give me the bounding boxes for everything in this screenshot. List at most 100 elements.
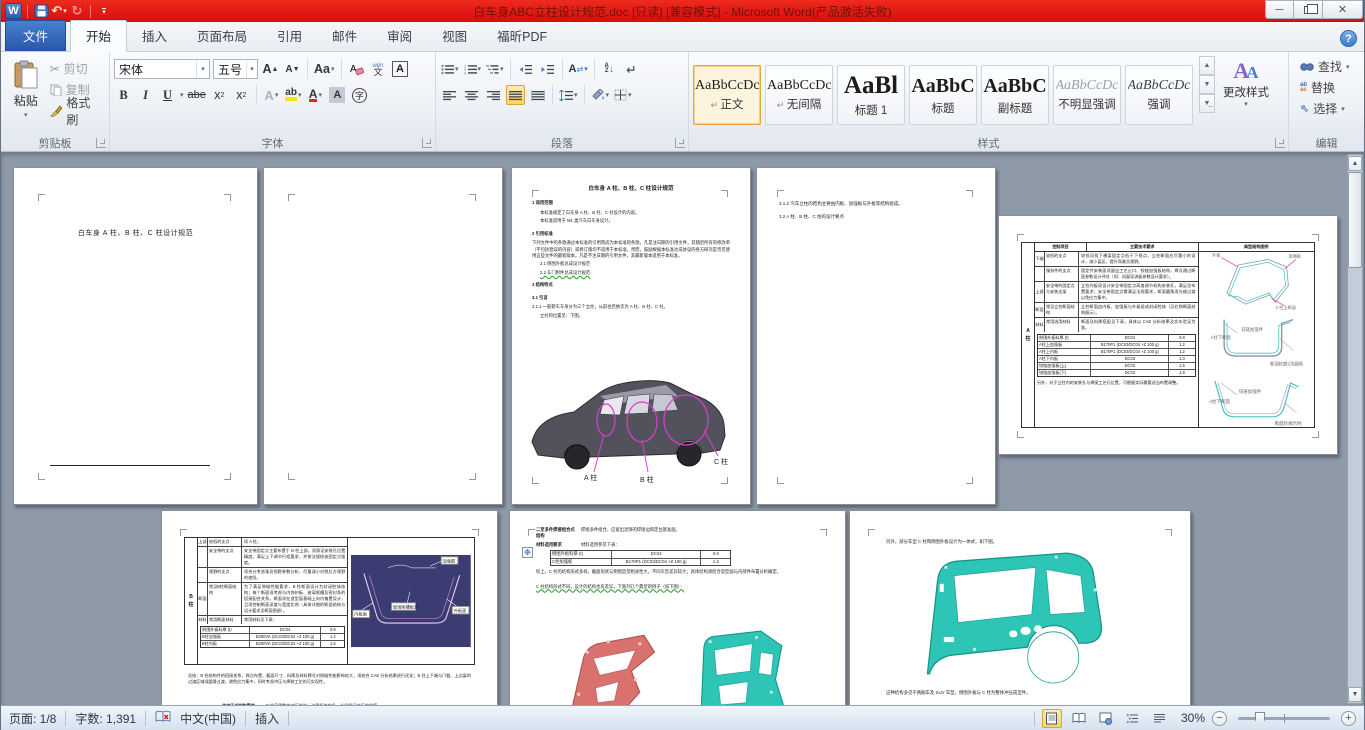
word-logo-icon[interactable]: W (5, 3, 22, 19)
page-4[interactable]: 3.1.2 汽车立柱的结构主要由内板、加强板与外板等结构组成。 3.2 A 柱、… (756, 167, 996, 505)
view-outline-button[interactable] (1123, 709, 1143, 728)
font-family-select[interactable]: 宋体 ▾ (114, 59, 210, 79)
zoom-slider-thumb[interactable] (1255, 711, 1265, 725)
page-8[interactable]: 另外，部分车型 C 柱和侧围外板设计为一体式，如下图。 这种结构多见于两厢车及 … (849, 510, 1191, 705)
tab-view[interactable]: 视图 (427, 21, 482, 51)
proofing-status-icon[interactable] (155, 710, 171, 726)
zoom-out-button[interactable]: − (1212, 710, 1227, 726)
zoom-slider[interactable] (1238, 711, 1330, 725)
decrease-indent-button[interactable] (516, 59, 535, 79)
increase-indent-button[interactable] (538, 59, 557, 79)
superscript-button[interactable]: x2 (232, 85, 251, 105)
page-indicator[interactable]: 页面: 1/8 (9, 710, 56, 727)
page-5[interactable]: A柱 控制项目 主要技术要求 下端 较低的支点 较低风挡下横梁固定点低于下视点，… (998, 215, 1338, 455)
font-color-button[interactable]: A ▾ (306, 85, 325, 105)
text-effects-button[interactable]: A ▾ (262, 85, 281, 105)
change-case-button[interactable]: Aa ▾ (313, 59, 336, 79)
font-size-select[interactable]: 五号 ▾ (213, 59, 258, 79)
style-card[interactable]: AaBbC 标题 (909, 65, 977, 125)
find-button[interactable]: 查找 ▾ (1297, 56, 1360, 77)
line-spacing-button[interactable]: ▾ (558, 85, 579, 105)
page-3[interactable]: 白车身 A 柱、B 柱、C 柱设计规范 1 适用范围 本标准规定了白车身 A 柱… (511, 167, 751, 505)
zoom-in-button[interactable]: + (1341, 710, 1356, 726)
italic-button[interactable]: I (136, 85, 155, 105)
save-button[interactable] (33, 2, 49, 20)
style-card[interactable]: AaBbCcDc 无间隔 (765, 65, 833, 125)
style-scroll-down-button[interactable]: ▼ (1199, 75, 1215, 94)
strikethrough-button[interactable]: abe (187, 85, 207, 105)
style-gallery-more-button[interactable]: ▼̲ (1199, 94, 1215, 113)
table-move-handle-icon[interactable]: ✥ (522, 547, 533, 558)
style-card[interactable]: AaBbCcDc 正文 (693, 65, 761, 125)
sort-button[interactable]: A Z ↓ (600, 59, 619, 79)
tab-home[interactable]: 开始 (70, 20, 128, 52)
tab-page-layout[interactable]: 页面布局 (182, 21, 262, 51)
scrollbar-thumb[interactable] (1348, 172, 1362, 268)
language-indicator[interactable]: 中文(中国) (180, 710, 236, 727)
minimize-button[interactable]: ─ (1265, 0, 1294, 19)
align-right-button[interactable] (484, 85, 503, 105)
change-styles-button[interactable]: AA 更改样式 ▾ (1217, 52, 1275, 134)
page-2[interactable] (263, 167, 503, 505)
undo-button[interactable]: ↶ ▾ (51, 2, 67, 20)
scroll-up-button[interactable]: ▲ (1348, 156, 1362, 171)
cut-button[interactable]: ✂ 剪切 (47, 58, 105, 79)
view-draft-button[interactable] (1150, 709, 1170, 728)
character-border-button[interactable]: A (391, 59, 410, 79)
borders-button[interactable]: ▾ (613, 85, 633, 105)
redo-button[interactable]: ↻ (69, 2, 85, 20)
tab-references[interactable]: 引用 (262, 21, 317, 51)
view-print-layout-button[interactable] (1041, 708, 1062, 728)
tab-insert[interactable]: 插入 (127, 21, 182, 51)
show-hide-marks-button[interactable]: ↵ (622, 59, 641, 79)
select-button[interactable]: ⇖ 选择 ▾ (1297, 98, 1360, 119)
shrink-font-button[interactable]: A ▼ (283, 59, 302, 79)
paste-button[interactable]: 粘贴 ▾ (5, 56, 47, 134)
vertical-scrollbar[interactable]: ▲ ▼ (1347, 154, 1363, 704)
enclose-characters-button[interactable]: 字 (350, 85, 369, 105)
help-icon[interactable]: ? (1340, 30, 1357, 47)
bullets-button[interactable]: ▾ (440, 59, 460, 79)
tab-review[interactable]: 审阅 (372, 21, 427, 51)
styles-dialog-launcher-icon[interactable] (1275, 138, 1285, 148)
shading-button[interactable]: ▾ (590, 85, 611, 105)
tab-foxit-pdf[interactable]: 福昕PDF (482, 21, 562, 51)
clipboard-dialog-launcher-icon[interactable] (96, 138, 106, 148)
asian-layout-button[interactable]: A ⇄ ▾ (568, 59, 589, 79)
customize-quick-access-button[interactable]: ▾ (96, 2, 112, 20)
page-6[interactable]: B柱 上部 较低的支点 同 A 柱。 安全带的支点 安全带固定点主要布置于 B … (161, 510, 498, 705)
replace-button[interactable]: ab ac 替换 (1297, 77, 1360, 98)
insert-mode-indicator[interactable]: 插入 (255, 710, 279, 727)
style-card[interactable]: AaBbCcDc 不明显强调 (1053, 65, 1121, 125)
page-7[interactable]: ✥ 二至多件焊接组合式结构 焊接多件组合，应留出足够的焊接边和定位基准面。 材料选… (509, 510, 846, 705)
align-center-button[interactable] (462, 85, 481, 105)
tab-file[interactable]: 文件 (5, 20, 67, 51)
justify-button[interactable] (506, 85, 525, 105)
multilevel-list-button[interactable]: ▾ (485, 59, 505, 79)
subscript-button[interactable]: x2 (210, 85, 229, 105)
character-shading-button[interactable]: A (328, 85, 347, 105)
style-scroll-up-button[interactable]: ▲ (1199, 56, 1215, 75)
tab-mailings[interactable]: 邮件 (317, 21, 372, 51)
style-card[interactable]: AaBbC 副标题 (981, 65, 1049, 125)
align-left-button[interactable] (440, 85, 459, 105)
grow-font-button[interactable]: A ▲ (261, 59, 280, 79)
bold-button[interactable]: B (114, 85, 133, 105)
phonetic-guide-button[interactable]: wén 文 (369, 59, 388, 79)
style-card[interactable]: AaBbCcDc 强调 (1125, 65, 1193, 125)
format-painter-button[interactable]: 格式刷 (47, 96, 105, 127)
style-card[interactable]: AaBl 标题 1 (837, 65, 905, 125)
view-full-screen-reading-button[interactable] (1069, 709, 1089, 728)
restore-button[interactable] (1294, 0, 1323, 19)
scroll-down-button[interactable]: ▼ (1348, 687, 1362, 702)
clear-formatting-button[interactable]: A (347, 59, 366, 79)
text-highlight-button[interactable]: ab ▾ (284, 85, 303, 105)
zoom-level[interactable]: 30% (1181, 711, 1205, 725)
font-dialog-launcher-icon[interactable] (422, 138, 432, 148)
underline-button[interactable]: U (158, 85, 177, 105)
view-web-layout-button[interactable] (1096, 709, 1116, 728)
word-count[interactable]: 字数: 1,391 (75, 710, 136, 727)
numbering-button[interactable]: 1 2 3 ▾ (463, 59, 483, 79)
close-button[interactable]: ✕ (1323, 0, 1363, 19)
distribute-button[interactable] (528, 85, 547, 105)
